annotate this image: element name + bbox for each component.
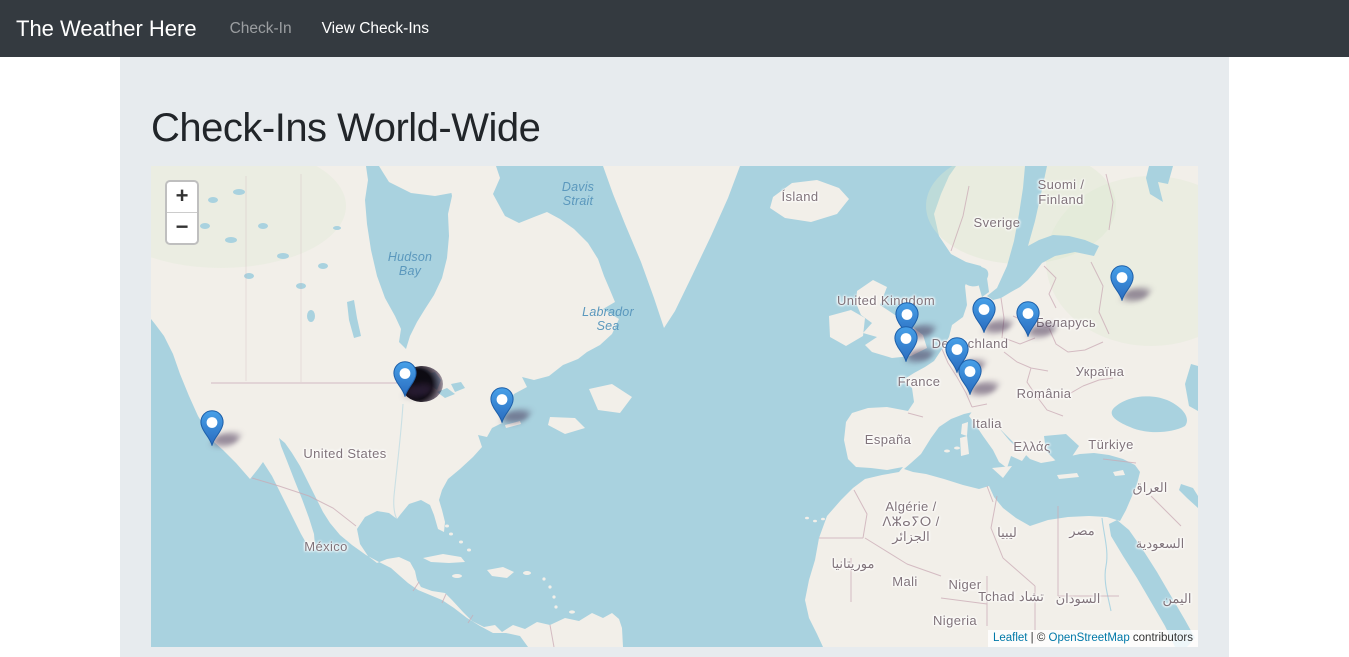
map-marker[interactable] xyxy=(200,410,224,446)
map-marker[interactable] xyxy=(1110,265,1134,301)
map-marker[interactable] xyxy=(972,297,996,333)
navbar-brand[interactable]: The Weather Here xyxy=(16,16,197,42)
navbar: The Weather Here Check-InView Check-Ins xyxy=(0,0,1349,57)
navbar-links: Check-InView Check-Ins xyxy=(215,20,444,38)
page-container: Check-Ins World-Wide xyxy=(120,57,1229,657)
leaflet-link[interactable]: Leaflet xyxy=(993,632,1028,644)
map-marker[interactable] xyxy=(490,387,514,423)
world-map-tiles xyxy=(151,166,1198,647)
map-attribution: Leaflet | © OpenStreetMap contributors xyxy=(988,630,1198,647)
page-title: Check-Ins World-Wide xyxy=(151,106,1198,151)
nav-link-view-check-ins[interactable]: View Check-Ins xyxy=(307,12,444,45)
zoom-in-button[interactable]: + xyxy=(167,182,197,213)
map-marker[interactable] xyxy=(958,359,982,395)
map-marker[interactable] xyxy=(1016,301,1040,337)
map-marker[interactable] xyxy=(393,361,417,397)
attribution-separator: | © xyxy=(1027,632,1048,644)
map-marker[interactable] xyxy=(894,326,918,362)
zoom-out-button[interactable]: − xyxy=(167,213,197,243)
checkins-map[interactable]: Davis StraitHudson BayLabrador SeaÍsland… xyxy=(151,166,1198,647)
nav-link-check-in[interactable]: Check-In xyxy=(215,12,307,45)
openstreetmap-link[interactable]: OpenStreetMap xyxy=(1049,632,1130,644)
attribution-suffix: contributors xyxy=(1130,632,1193,644)
zoom-control: + − xyxy=(165,180,199,245)
